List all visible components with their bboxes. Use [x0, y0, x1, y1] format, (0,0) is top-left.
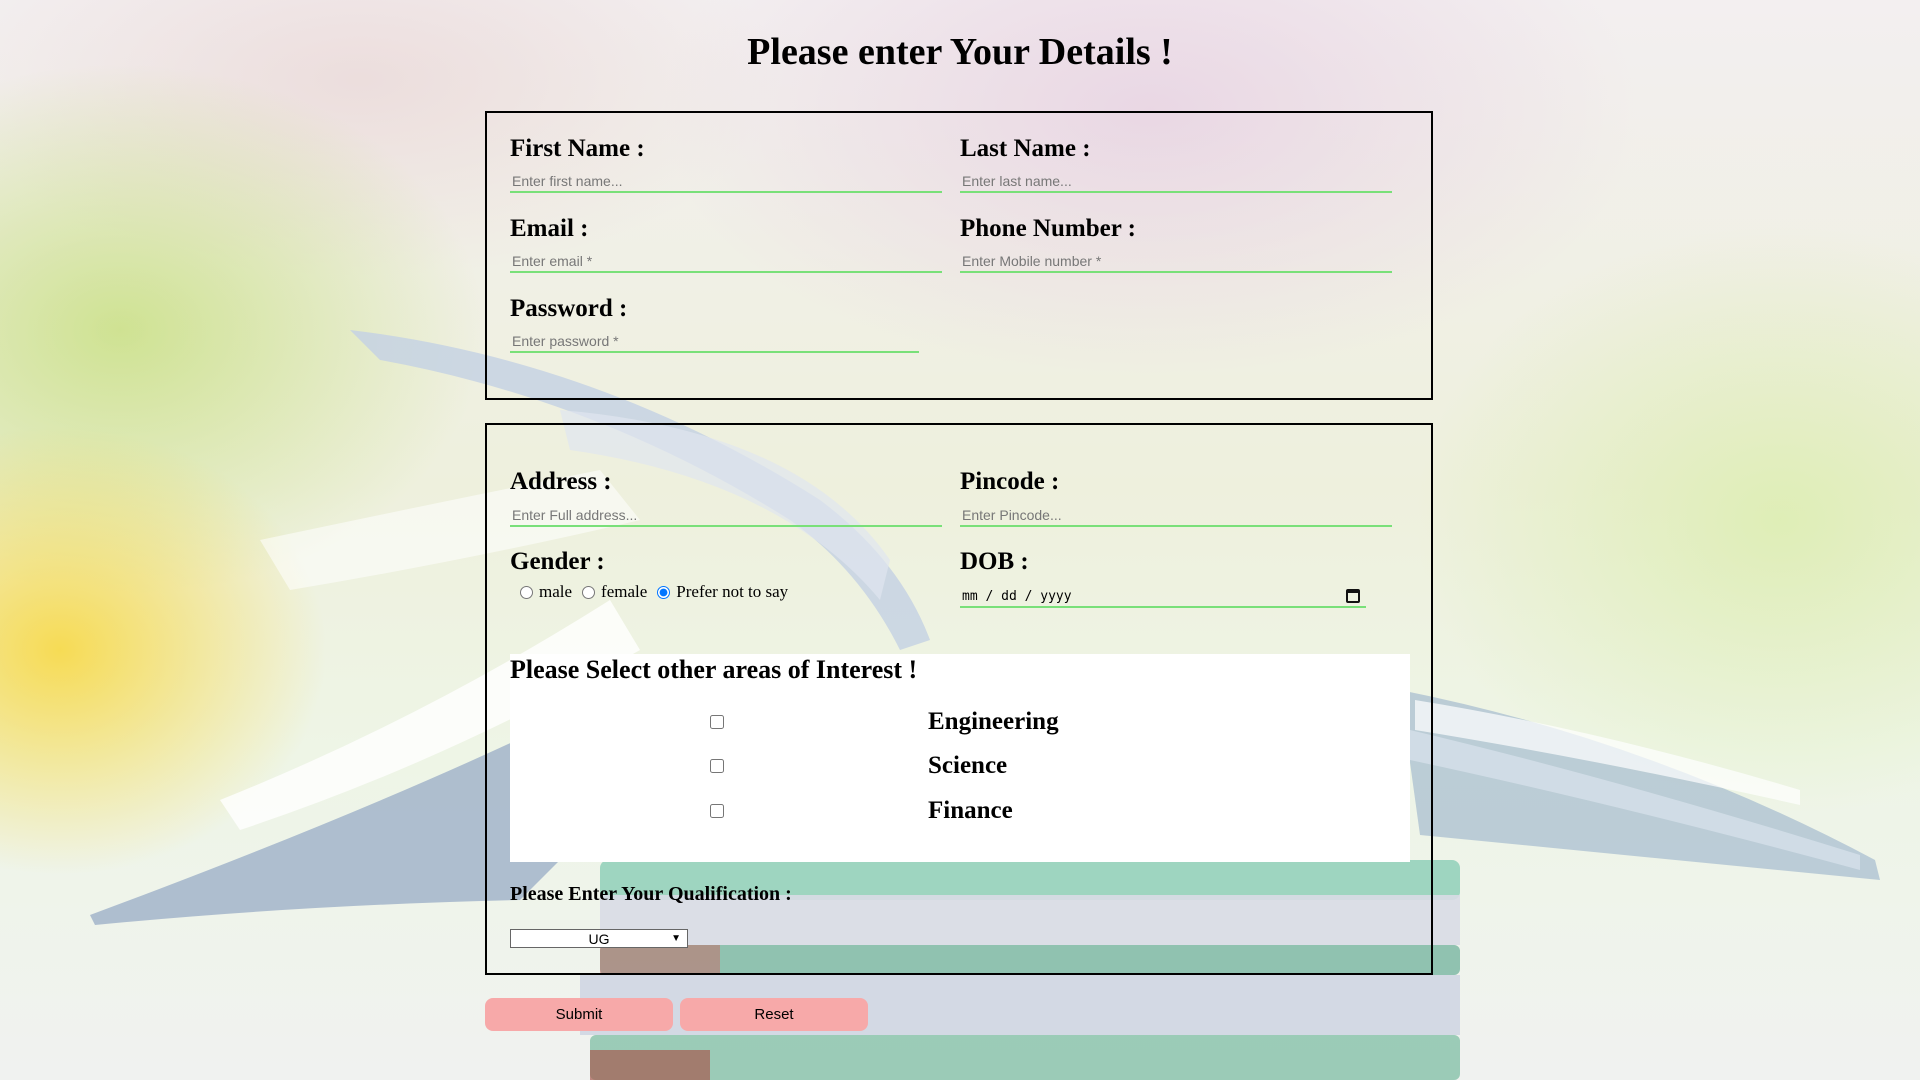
gender-radio-female[interactable] [582, 585, 596, 599]
interest-label: Engineering [928, 708, 1059, 735]
finance-checkbox[interactable] [710, 804, 724, 818]
email-label: Email : [510, 215, 589, 242]
password-label: Password : [510, 295, 628, 322]
qualification-selected-value: UG [588, 930, 610, 947]
qualification-label: Please Enter Your Qualification : [510, 883, 792, 905]
gender-radio-group: male female Prefer not to say [520, 582, 798, 602]
submit-button[interactable]: Submit [485, 998, 673, 1031]
page-title: Please enter Your Details ! [747, 31, 1173, 73]
gender-radio-prefer-not-to-say[interactable] [657, 585, 671, 599]
engineering-checkbox[interactable] [710, 715, 724, 729]
address-input[interactable] [510, 505, 942, 527]
interests-panel: Engineering Science Finance [510, 654, 1410, 862]
last-name-label: Last Name : [960, 135, 1091, 162]
dob-value: mm / dd / yyyy [962, 588, 1072, 604]
interest-row-finance: Finance [510, 797, 1410, 827]
pincode-input[interactable] [960, 505, 1392, 527]
email-input[interactable] [510, 251, 942, 273]
gender-option-male[interactable]: male [520, 582, 572, 602]
gender-label: Gender : [510, 548, 605, 575]
dob-date-input[interactable]: mm / dd / yyyy [960, 586, 1366, 608]
interest-label: Finance [928, 797, 1013, 824]
calendar-icon[interactable] [1346, 589, 1360, 603]
phone-number-input[interactable] [960, 251, 1392, 273]
first-name-label: First Name : [510, 135, 645, 162]
reset-button[interactable]: Reset [680, 998, 868, 1031]
gender-option-female[interactable]: female [582, 582, 647, 602]
phone-number-label: Phone Number : [960, 215, 1136, 242]
pincode-label: Pincode : [960, 468, 1060, 495]
last-name-input[interactable] [960, 171, 1392, 193]
dob-label: DOB : [960, 548, 1029, 575]
interest-label: Science [928, 752, 1008, 779]
interest-row-engineering: Engineering [510, 708, 1410, 738]
chevron-down-icon: ▼ [671, 933, 681, 944]
first-name-input[interactable] [510, 171, 942, 193]
gender-option-prefer-not-to-say[interactable]: Prefer not to say [657, 582, 788, 602]
password-input[interactable] [510, 331, 919, 353]
interest-row-science: Science [510, 752, 1410, 782]
qualification-select[interactable]: UG ▼ [510, 929, 688, 948]
interests-heading: Please Select other areas of Interest ! [510, 655, 918, 684]
address-label: Address : [510, 468, 612, 495]
science-checkbox[interactable] [710, 759, 724, 773]
gender-radio-male[interactable] [520, 585, 533, 599]
